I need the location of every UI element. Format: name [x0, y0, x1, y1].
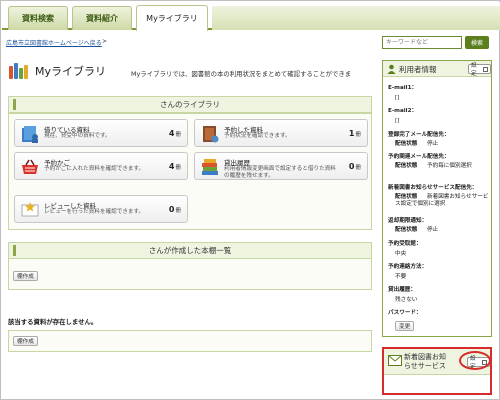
card-borrowed[interactable]: 借りている資料 現在、貸受中の資料です。 4冊 [14, 119, 188, 147]
email2-value: [] [395, 118, 400, 124]
card-basket[interactable]: 予約かご 予約かごに入れた資料を確認できます。 4冊 [14, 152, 188, 180]
borrowed-books-icon [22, 126, 38, 143]
card-history[interactable]: 貸出履歴 利用者情報変更画面で設定すると借りた資料の履歴を残せます。 0冊 [194, 152, 368, 180]
tab-bar-fill [212, 6, 500, 30]
top-nav: 資料検索 資料紹介 Myライブラリ [2, 2, 500, 31]
shelf-panel-bottom: 棚作成 [8, 330, 372, 352]
resv-notice-label: 予約関連メール配信先： [388, 154, 450, 160]
search-input[interactable] [382, 36, 462, 49]
history-books-icon [202, 159, 218, 175]
card-subtitle: レビューを行った資料を確認できます。 [44, 209, 145, 215]
shelf-panel: 棚作成 [8, 259, 372, 290]
card-subtitle: 現在、貸受中の資料です。 [44, 133, 111, 139]
card-reserved[interactable]: 予約した資料 予約状況を確認できます。 1冊 [194, 119, 368, 147]
books-icon [9, 63, 31, 79]
return-notice-status: 配信状態 停止 [395, 227, 439, 233]
heading-marker [13, 99, 16, 110]
card-reviewed[interactable]: レビューした資料 レビューを行った資料を確認できます。 0冊 [14, 195, 188, 223]
new-notice-label: 新着図書お知らせサービス配信先： [388, 185, 478, 191]
create-shelf-button-2[interactable]: 棚作成 [13, 336, 38, 346]
create-shelf-button[interactable]: 棚作成 [13, 271, 38, 281]
user-settings-button[interactable]: 設定 [468, 63, 491, 77]
pickup-label: 予約受取館： [388, 241, 422, 247]
return-notice-label: 返却期限通知： [388, 218, 428, 224]
library-heading: さんのライブラリ [8, 96, 372, 113]
page-description: Myライブラリでは、図書館の本の利用状況をまとめて確認することができま [131, 70, 352, 78]
reserved-book-icon [203, 126, 219, 143]
tab-introduction[interactable]: 資料紹介 [72, 6, 132, 30]
card-count: 0冊 [348, 162, 361, 171]
person-icon [387, 64, 396, 74]
email1-label: E-mail1： [388, 85, 418, 91]
user-info-panel: 利用者情報 設定 E-mail1： [] E-mail2： [] 登録完了メール… [382, 60, 492, 337]
news-service-title: 新着図書お知らせサービス [404, 353, 446, 370]
tab-search[interactable]: 資料検索 [8, 6, 68, 30]
card-count: 4冊 [168, 129, 181, 138]
basket-icon [22, 159, 38, 174]
tab-mylibrary[interactable]: Myライブラリ [136, 5, 208, 31]
password-label: パスワード： [388, 310, 422, 316]
card-count: 0冊 [168, 205, 181, 214]
breadcrumb-home-link[interactable]: 広島市立図書館ホームページへ戻る [6, 38, 102, 47]
search-button[interactable]: 検索 [465, 36, 489, 49]
card-subtitle: 予約かごに入れた資料を確認できます。 [44, 166, 145, 172]
card-subtitle: 利用者情報変更画面で設定すると借りた資料の履歴を残せます。 [224, 166, 336, 179]
shelf-heading: さんが作成した本棚一覧 [8, 242, 372, 259]
window-icon [483, 66, 488, 72]
contact-value: 不要 [395, 274, 407, 280]
shelf-heading-text: さんが作成した本棚一覧 [148, 246, 232, 255]
contact-label: 予約連絡方法： [388, 264, 428, 270]
reg-notice-label: 登録完了メール配信先： [388, 132, 450, 138]
user-info-header: 利用者情報 設定 [383, 61, 491, 77]
library-panel: 借りている資料 現在、貸受中の資料です。 4冊 予約した資料 予約状況を確認でき… [8, 113, 372, 230]
email2-label: E-mail2： [388, 108, 418, 114]
mail-icon [388, 355, 402, 366]
card-count: 1冊 [348, 129, 361, 138]
heading-marker [13, 245, 16, 256]
resv-notice-status: 配信状態 予約毎に個別選択 [395, 163, 472, 169]
history-value: 残さない [395, 297, 418, 303]
breadcrumb-separator: > [102, 38, 108, 45]
new-notice-status: 配信状態 新着図書お知らせサービス設定で個別に選択 [395, 194, 489, 207]
password-change-button[interactable]: 変更 [395, 321, 415, 331]
settings-label: 設定 [471, 63, 477, 77]
card-count: 4冊 [168, 162, 181, 171]
card-subtitle: 予約状況を確認できます。 [224, 133, 291, 139]
history-label: 貸出履歴： [388, 287, 416, 293]
review-icon [21, 202, 39, 217]
page-title: Myライブラリ [9, 63, 106, 79]
highlight-oval [459, 351, 491, 370]
user-info-title: 利用者情報 [399, 65, 437, 74]
email1-value: [] [395, 95, 400, 101]
no-items-message: 該当する資料が存在しません。 [8, 318, 98, 326]
reg-notice-status: 配信状態 停止 [395, 141, 439, 147]
page-title-text: Myライブラリ [35, 65, 107, 78]
pickup-value: 中央 [395, 251, 407, 257]
library-heading-text: さんのライブラリ [160, 100, 220, 109]
browser-frame: 資料検索 資料紹介 Myライブラリ 広島市立図書館ホームページへ戻る > 検索 … [0, 0, 500, 400]
